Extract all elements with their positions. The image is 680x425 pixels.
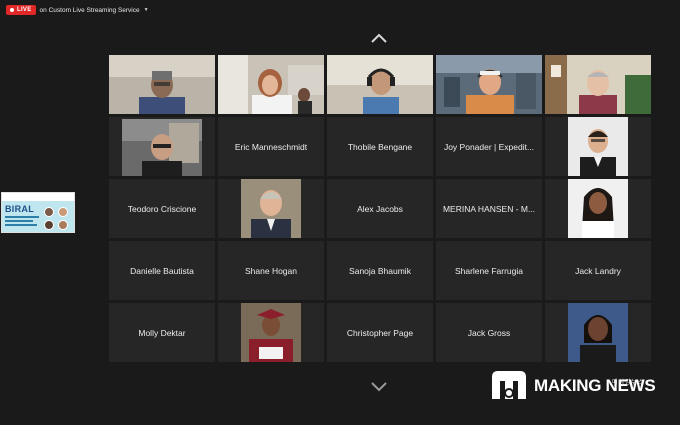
participant-tile[interactable]	[436, 55, 542, 114]
participant-tile[interactable]	[218, 303, 324, 362]
profile-photo	[568, 179, 628, 238]
participant-tile[interactable]: Alex Jacobs	[327, 179, 433, 238]
shared-screen-text-line	[5, 224, 37, 226]
participant-name: Shane Hogan	[245, 265, 297, 276]
profile-photo	[241, 303, 301, 362]
brand-korean-name: 메이킹뉴스	[612, 380, 645, 386]
live-status-bar: LIVE on Custom Live Streaming Service ▼	[6, 5, 149, 15]
participant-tile[interactable]	[545, 303, 651, 362]
participant-name: Eric Manneschmidt	[234, 141, 308, 152]
shared-screen-text-line	[5, 220, 33, 222]
participant-tile[interactable]: Jack Landry	[545, 241, 651, 300]
brand-watermark: MAKING NEWS	[490, 369, 656, 403]
participant-tile[interactable]: Thobile Bengane	[327, 117, 433, 176]
shared-screen-thumbnail[interactable]: BIRAL	[1, 192, 75, 233]
participant-name: MERINA HANSEN - M...	[442, 203, 536, 214]
participant-tile[interactable]: MERINA HANSEN - M...	[436, 179, 542, 238]
shared-screen-avatar	[58, 207, 68, 217]
shared-screen-title: BIRAL	[5, 204, 34, 214]
participant-name: Jack Landry	[575, 265, 621, 276]
participant-video	[327, 55, 433, 114]
participant-tile[interactable]	[218, 179, 324, 238]
participant-tile[interactable]	[109, 117, 215, 176]
participant-tile[interactable]	[327, 55, 433, 114]
participant-name: Danielle Bautista	[130, 265, 194, 276]
profile-photo	[568, 117, 628, 176]
participant-tile[interactable]	[109, 55, 215, 114]
participant-name: Alex Jacobs	[357, 203, 403, 214]
caret-down-icon: ▼	[143, 7, 149, 13]
participant-tile[interactable]: Sharlene Farrugia	[436, 241, 542, 300]
participant-video	[109, 117, 215, 176]
participant-tile[interactable]: Joy Ponader | Expedit...	[436, 117, 542, 176]
participant-tile[interactable]: Jack Gross	[436, 303, 542, 362]
participant-tile[interactable]: Eric Manneschmidt	[218, 117, 324, 176]
shared-screen-avatar	[58, 220, 68, 230]
participant-gallery: Eric Manneschmidt Thobile Bengane Joy Po…	[109, 55, 651, 362]
participant-name: Jack Gross	[467, 327, 511, 338]
shared-screen-avatar	[44, 207, 54, 217]
participant-tile[interactable]	[545, 117, 651, 176]
participant-name: Sharlene Farrugia	[454, 265, 524, 276]
participant-tile[interactable]	[545, 55, 651, 114]
participant-name: Teodoro Criscione	[127, 203, 197, 214]
chevron-up-icon[interactable]	[369, 32, 389, 44]
shared-screen-header	[2, 193, 74, 201]
streaming-service-dropdown[interactable]: on Custom Live Streaming Service ▼	[40, 7, 149, 14]
brand-logo-icon	[492, 371, 526, 399]
participant-tile[interactable]	[218, 55, 324, 114]
participant-tile[interactable]: Christopher Page	[327, 303, 433, 362]
participant-name: Molly Dektar	[138, 327, 186, 338]
profile-photo	[568, 303, 628, 362]
participant-name: Christopher Page	[346, 327, 414, 338]
participant-video	[436, 55, 542, 114]
chevron-down-icon[interactable]	[369, 381, 389, 393]
participant-tile[interactable]	[545, 179, 651, 238]
participant-name: Joy Ponader | Expedit...	[443, 141, 535, 152]
live-dot-icon	[10, 8, 14, 12]
participant-tile[interactable]: Danielle Bautista	[109, 241, 215, 300]
live-badge: LIVE	[6, 5, 36, 15]
participant-name: Sanoja Bhaumik	[349, 265, 411, 276]
participant-name: Thobile Bengane	[347, 141, 413, 152]
participant-video	[109, 55, 215, 114]
participant-tile[interactable]: Molly Dektar	[109, 303, 215, 362]
participant-video	[545, 55, 651, 114]
participant-video	[218, 55, 324, 114]
streaming-service-label: on Custom Live Streaming Service	[39, 6, 140, 14]
shared-screen-text-line	[5, 216, 39, 218]
participant-tile[interactable]: Sanoja Bhaumik	[327, 241, 433, 300]
profile-photo	[241, 179, 301, 238]
participant-tile[interactable]: Teodoro Criscione	[109, 179, 215, 238]
shared-screen-avatar	[44, 220, 54, 230]
participant-tile[interactable]: Shane Hogan	[218, 241, 324, 300]
live-label: LIVE	[17, 7, 32, 13]
